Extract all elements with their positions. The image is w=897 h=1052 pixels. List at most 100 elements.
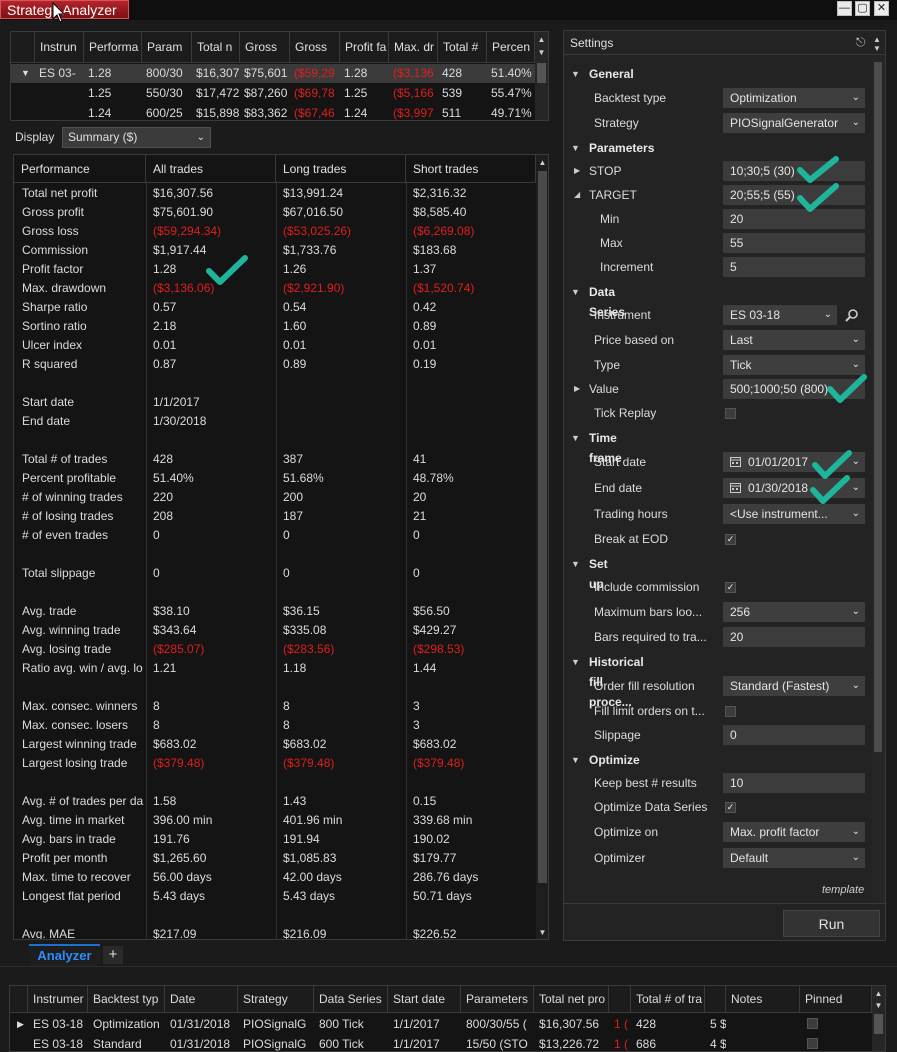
summary-row[interactable]: Profit per month $1,265.60 $1,085.83 $179.7… [14, 849, 536, 868]
summary-row[interactable]: Avg. # of trades per da 1.58 1.43 0.15 [14, 792, 536, 811]
bars-required-input[interactable]: 20 [723, 627, 865, 647]
summary-row[interactable] [14, 545, 536, 564]
collapse-icon[interactable]: ▼ [571, 64, 580, 84]
pin-icon[interactable]: ⎋ [856, 35, 866, 50]
scroll-up-icon[interactable]: ▲ [536, 157, 548, 169]
summary-row[interactable]: Avg. trade $38.10 $36.15 $56.50 [14, 602, 536, 621]
table-row[interactable]: 1.24 600/25 $15,898 $83,362 ($67,46 1.24… [11, 104, 535, 120]
summary-row[interactable]: End date 1/30/2018 [14, 412, 536, 431]
optimize-data-series-checkbox[interactable]: ✓ [725, 802, 736, 813]
search-icon[interactable] [845, 308, 859, 322]
summary-scrollbar[interactable]: ▲ ▼ [536, 155, 548, 939]
grid-header[interactable]: Total net pro [534, 986, 609, 1013]
scroll-up-icon[interactable]: ▲ [872, 988, 885, 1000]
template-link[interactable]: template [822, 884, 864, 896]
add-tab-button[interactable]: + [103, 946, 123, 964]
collapse-icon[interactable]: ▼ [571, 282, 580, 302]
row-expand-icon[interactable]: ▶ [12, 1014, 24, 1034]
grid-header[interactable]: Performa [84, 32, 142, 63]
instrument-select[interactable]: ES 03-18 ⌄ [723, 305, 837, 325]
summary-row[interactable]: Start date 1/1/2017 [14, 393, 536, 412]
tab-analyzer[interactable]: Analyzer [29, 944, 100, 966]
summary-row[interactable]: Sharpe ratio 0.57 0.54 0.42 [14, 298, 536, 317]
strategy-select[interactable]: PIOSignalGenerator ⌄ [723, 113, 865, 133]
grid-header[interactable]: Gross [240, 32, 290, 63]
summary-row[interactable]: Ratio avg. win / avg. lo 1.21 1.18 1.44 [14, 659, 536, 678]
collapse-icon[interactable]: ◢ [574, 183, 580, 207]
summary-row[interactable]: Percent profitable 51.40% 51.68% 48.78% [14, 469, 536, 488]
price-based-on-select[interactable]: Last ⌄ [723, 330, 865, 350]
collapse-icon[interactable]: ▼ [571, 652, 580, 672]
summary-row[interactable]: R squared 0.87 0.89 0.19 [14, 355, 536, 374]
summary-row[interactable] [14, 906, 536, 925]
summary-row[interactable] [14, 583, 536, 602]
top-grid-scrollbar[interactable]: ▲ ▼ [535, 32, 548, 120]
run-button[interactable]: Run [783, 910, 880, 937]
scroll-down-icon[interactable]: ▼ [873, 44, 881, 53]
summary-row[interactable]: # of losing trades 208 187 21 [14, 507, 536, 526]
summary-row[interactable] [14, 374, 536, 393]
summary-row[interactable]: Ulcer index 0.01 0.01 0.01 [14, 336, 536, 355]
backtest-type-select[interactable]: Optimization ⌄ [723, 88, 865, 108]
grid-header[interactable]: Data Series [314, 986, 388, 1013]
scrollbar-thumb[interactable] [537, 63, 546, 83]
pinned-checkbox[interactable] [807, 1018, 818, 1029]
scroll-up-icon[interactable]: ▲ [535, 34, 548, 46]
summary-row[interactable]: Max. consec. losers 8 8 3 [14, 716, 536, 735]
table-row[interactable]: ▶ ES 03-18 Optimization 01/31/2018 PIOSi… [10, 1014, 872, 1034]
collapse-icon[interactable]: ▼ [571, 750, 580, 770]
table-row[interactable]: 1.25 550/30 $17,472 $87,260 ($69,78 1.25… [11, 84, 535, 103]
type-select[interactable]: Tick ⌄ [723, 355, 865, 375]
summary-row[interactable]: Largest losing trade ($379.48) ($379.48) ($… [14, 754, 536, 773]
summary-row[interactable]: Avg. winning trade $343.64 $335.08 $429.27 [14, 621, 536, 640]
grid-header[interactable] [705, 986, 726, 1013]
grid-header[interactable]: Instrumer [28, 986, 88, 1013]
grid-header[interactable]: Max. dr [389, 32, 438, 63]
min-input[interactable]: 20 [723, 209, 865, 229]
scroll-down-icon[interactable]: ▼ [535, 47, 548, 59]
collapse-icon[interactable]: ▼ [571, 428, 580, 448]
summary-row[interactable]: Total # of trades 428 387 41 [14, 450, 536, 469]
summary-header[interactable]: All trades [146, 155, 276, 183]
summary-row[interactable]: Max. time to recover 56.00 days 42.00 days… [14, 868, 536, 887]
summary-row[interactable]: Gross profit $75,601.90 $67,016.50 $8,585.4… [14, 203, 536, 222]
keep-best-results-input[interactable]: 10 [723, 773, 865, 793]
scrollbar-thumb[interactable] [874, 62, 882, 752]
expand-icon[interactable]: ▶ [574, 377, 580, 401]
grid-header[interactable]: Percen [487, 32, 535, 63]
grid-header[interactable]: Total # [438, 32, 487, 63]
summary-row[interactable]: Largest winning trade $683.02 $683.02 $683.… [14, 735, 536, 754]
optimize-on-select[interactable]: Max. profit factor ⌄ [723, 822, 865, 842]
summary-row[interactable]: Longest flat period 5.43 days 5.43 days 50.… [14, 887, 536, 906]
summary-row[interactable]: Avg. time in market 396.00 min 401.96 min 3… [14, 811, 536, 830]
scrollbar-thumb[interactable] [874, 1014, 883, 1034]
max-input[interactable]: 55 [723, 233, 865, 253]
grid-header[interactable]: Instrun [35, 32, 84, 63]
scroll-down-icon[interactable]: ▼ [872, 1000, 885, 1012]
grid-header[interactable]: Gross [290, 32, 340, 63]
grid-header[interactable]: Total n [192, 32, 240, 63]
order-fill-resolution-select[interactable]: Standard (Fastest) ⌄ [723, 676, 865, 696]
summary-row[interactable]: Sortino ratio 2.18 1.60 0.89 [14, 317, 536, 336]
grid-header[interactable]: Profit fa [340, 32, 389, 63]
summary-row[interactable]: Commission $1,917.44 $1,733.76 $183.68 [14, 241, 536, 260]
collapse-icon[interactable]: ▼ [571, 554, 580, 574]
summary-row[interactable]: Avg. losing trade ($285.07) ($283.56) ($298… [14, 640, 536, 659]
summary-row[interactable] [14, 431, 536, 450]
summary-row[interactable] [14, 773, 536, 792]
row-expand-icon[interactable]: ▼ [17, 64, 30, 83]
grid-header[interactable]: Backtest typ [88, 986, 165, 1013]
performance-summary-table[interactable]: Performance All trades Long trades Short… [13, 154, 549, 940]
summary-row[interactable]: Gross loss ($59,294.34) ($53,025.26) ($6,26… [14, 222, 536, 241]
summary-row[interactable]: Avg. MAE $217.09 $216.09 $226.52 [14, 925, 536, 939]
grid-header[interactable]: Date [165, 986, 238, 1013]
trading-hours-select[interactable]: <Use instrument... ⌄ [723, 504, 865, 524]
maximum-bars-select[interactable]: 256 ⌄ [723, 602, 865, 622]
pinned-checkbox[interactable] [807, 1038, 818, 1049]
grid-header[interactable]: Start date [388, 986, 461, 1013]
scroll-down-icon[interactable]: ▼ [536, 927, 548, 939]
grid-header[interactable]: Parameters [461, 986, 534, 1013]
summary-header[interactable]: Short trades [406, 155, 536, 183]
summary-row[interactable]: Max. consec. winners 8 8 3 [14, 697, 536, 716]
close-button[interactable]: ✕ [874, 1, 889, 16]
